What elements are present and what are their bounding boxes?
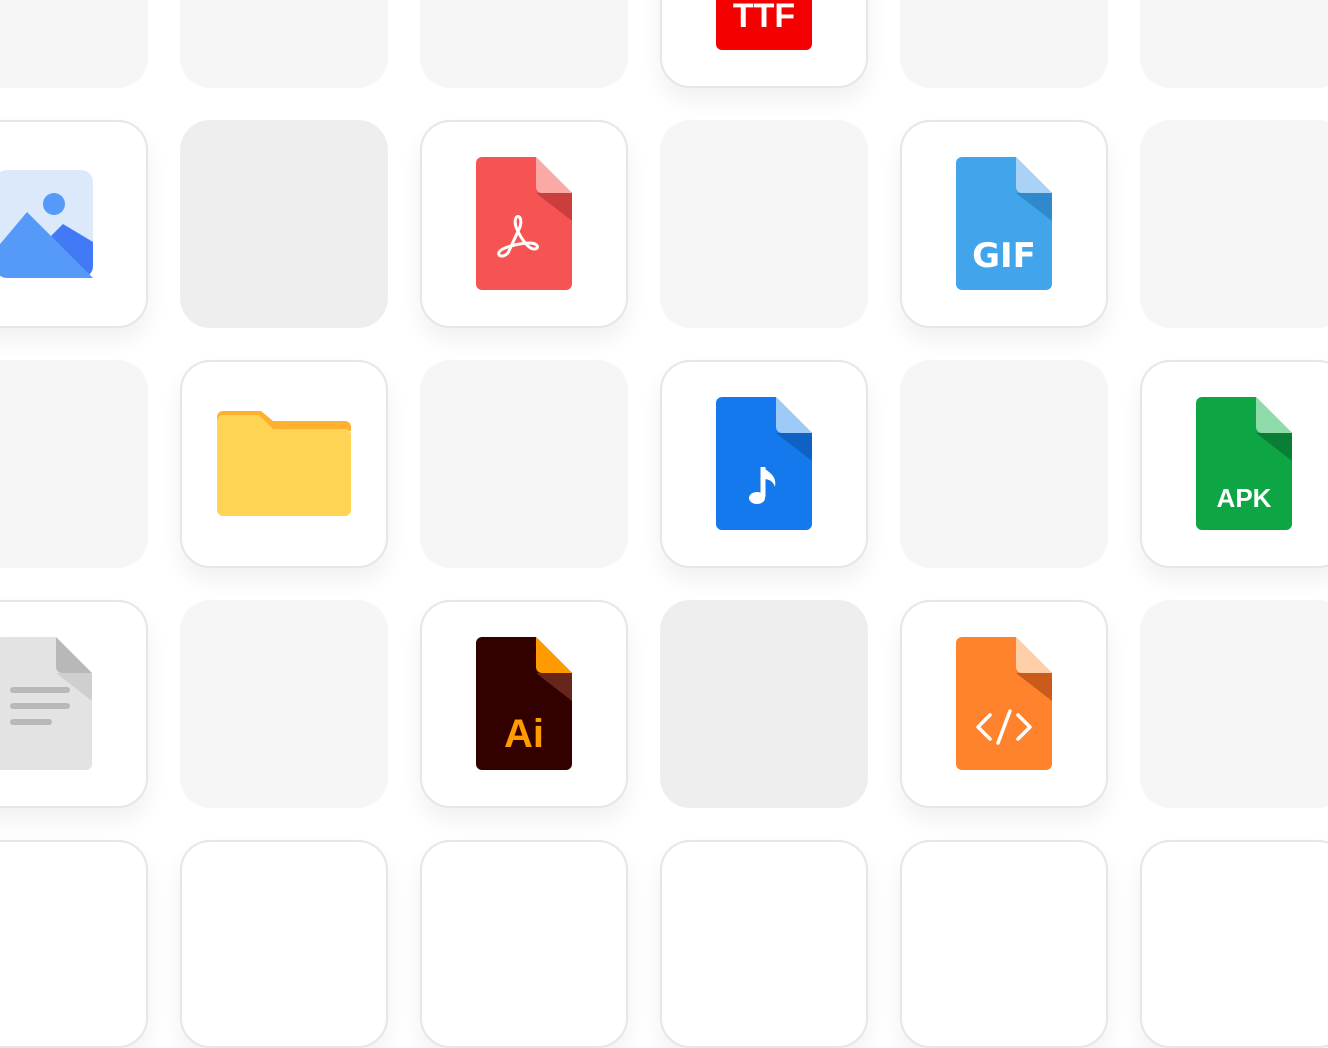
file-tile-text-document[interactable] [0,600,148,808]
empty-tile [660,600,868,808]
empty-tile [900,0,1108,88]
empty-tile [180,0,388,88]
file-tile[interactable] [420,840,628,1048]
file-tile-folder[interactable] [180,360,388,568]
empty-tile [180,120,388,328]
file-tile-code-file[interactable] [900,600,1108,808]
apk-file-icon: APK [1196,397,1292,530]
illustrator-file-icon: Ai [476,637,572,770]
file-type-label: TTF [733,0,795,35]
file-tile-ttf-file[interactable]: TTF [660,0,868,88]
file-tile-image-file[interactable] [0,120,148,328]
empty-tile [1140,120,1328,328]
gif-file-icon: GIF [956,157,1052,290]
empty-tile [1140,0,1328,88]
file-type-label: Ai [504,712,544,756]
file-tile[interactable] [1140,840,1328,1048]
file-type-label: GIF [972,236,1036,276]
file-tile-audio-file[interactable] [660,360,868,568]
file-tile[interactable] [0,840,148,1048]
text-document-icon [0,637,92,770]
file-type-label: APK [1217,483,1272,513]
image-file-icon [0,170,93,278]
empty-tile [420,0,628,88]
empty-tile [900,360,1108,568]
empty-tile [180,600,388,808]
empty-tile [0,360,148,568]
folder-icon [217,411,351,516]
empty-tile [420,360,628,568]
ttf-file-icon: TTF [716,0,812,50]
file-tile-apk-file[interactable]: APK [1140,360,1328,568]
file-tile-gif-file[interactable]: GIF [900,120,1108,328]
code-file-icon [956,637,1052,770]
empty-tile [1140,600,1328,808]
pdf-file-icon [476,157,572,290]
audio-file-icon [716,397,812,530]
file-tile-illustrator-file[interactable]: Ai [420,600,628,808]
empty-tile [0,0,148,88]
file-tile[interactable] [900,840,1108,1048]
file-tile-pdf-file[interactable] [420,120,628,328]
empty-tile [660,120,868,328]
file-tile[interactable] [180,840,388,1048]
file-tile[interactable] [660,840,868,1048]
file-type-grid: TTF GIF APK Ai [0,0,1328,1048]
